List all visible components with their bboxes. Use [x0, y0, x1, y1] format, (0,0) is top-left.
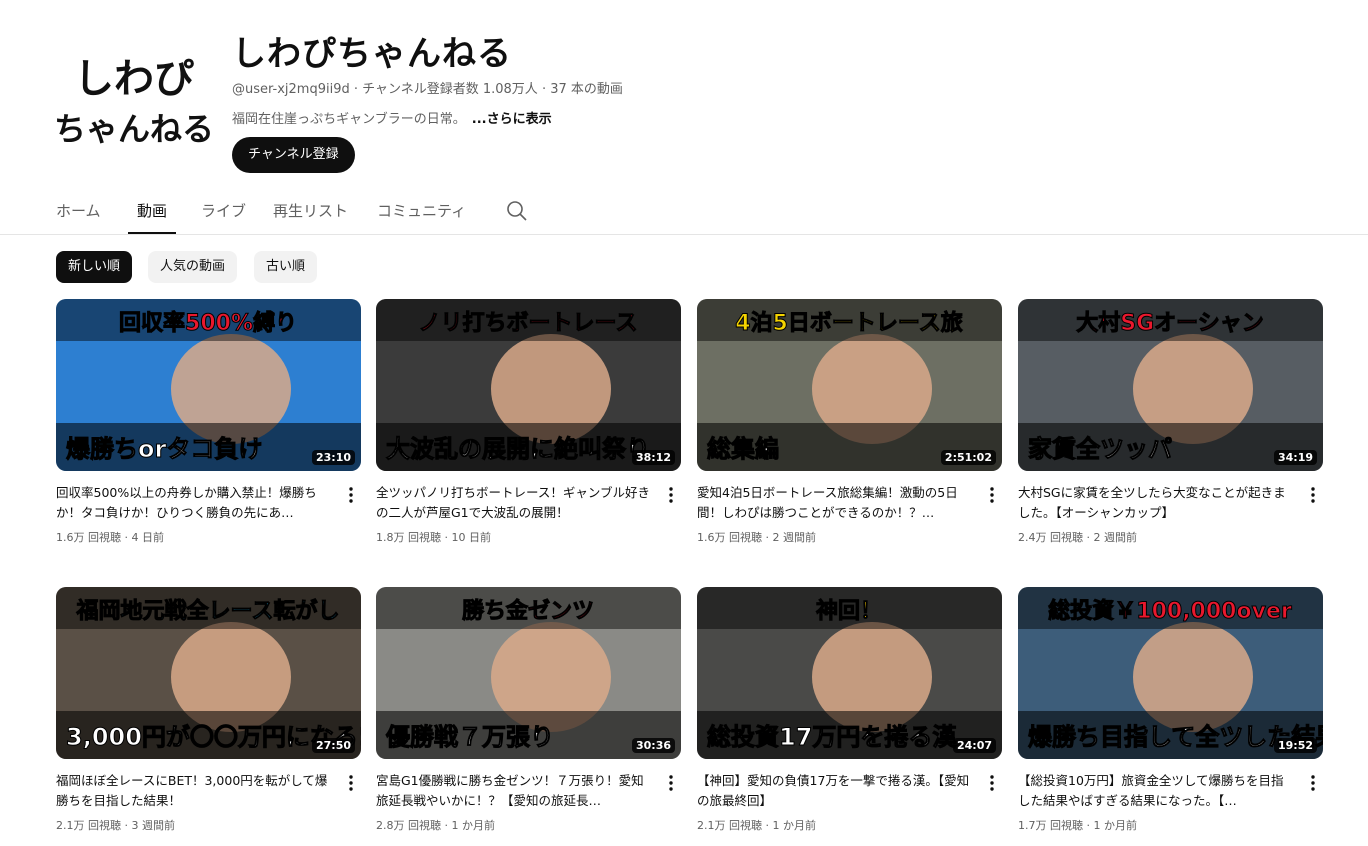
- video-title[interactable]: 宮島G1優勝戦に勝ち金ゼンツ！７万張り！愛知旅延長戦やいかに！？【愛知の旅延長…: [376, 771, 652, 811]
- video-title[interactable]: 全ツッパノリ打ちボートレース！ギャンブル好きの二人が芦屋G1で大波乱の展開！: [376, 483, 652, 523]
- search-icon[interactable]: [505, 199, 529, 223]
- video-thumbnail[interactable]: 福岡地元戦全レース転がし 3,000円が〇〇万円になる!? 27:50: [56, 587, 361, 759]
- video-duration: 34:19: [1273, 450, 1317, 465]
- video-meta: 1.8万 回視聴 · 10 日前: [376, 531, 491, 544]
- video-title[interactable]: 福岡ほぼ全レースにBET！3,000円を転がして爆勝ちを目指した結果！: [56, 771, 332, 811]
- thumbnail-headline: 回収率500%縛り: [119, 310, 297, 336]
- chip-oldest[interactable]: 古い順: [254, 251, 318, 283]
- thumbnail-headline: 福岡地元戦全レース転がし: [76, 598, 340, 624]
- video-title[interactable]: 【神回】愛知の負債17万を一撃で捲る漢。【愛知の旅最終回】: [697, 771, 973, 811]
- chip-newest[interactable]: 新しい順: [56, 251, 133, 283]
- video-duration: 23:10: [311, 450, 355, 465]
- video-thumbnail[interactable]: 総投資￥100,000over爆勝ち目指して全ツした結果。19:52: [1018, 587, 1323, 759]
- video-duration: 27:50: [311, 738, 355, 753]
- video-title[interactable]: 回収率500%以上の舟券しか購入禁止！爆勝ちか！タコ負けか！ひりつく勝負の先にあ…: [56, 483, 332, 523]
- thumbnail-headline: 総投資￥100,000over: [1048, 598, 1292, 624]
- video-card[interactable]: ノリ打ちボートレース大波乱の展開に絶叫祭り 38:12 全ツッパノリ打ちボートレース…: [376, 299, 681, 544]
- video-thumbnail[interactable]: ノリ打ちボートレース大波乱の展開に絶叫祭り 38:12: [376, 299, 681, 471]
- thumbnail-headline: ノリ打ちボートレース: [419, 311, 638, 336]
- channel-header: しわぴ ちゃんねる しわぴちゃんねる @user-xj2mq9ii9d · チャ…: [0, 0, 1368, 190]
- more-options-icon[interactable]: [1303, 485, 1323, 505]
- more-options-icon[interactable]: [661, 485, 681, 505]
- channel-name: しわぴちゃんねる: [232, 34, 512, 74]
- thumbnail-caption: 総集編: [707, 435, 779, 463]
- video-meta: 1.6万 回視聴 · 4 日前: [56, 531, 164, 544]
- more-options-icon[interactable]: [661, 773, 681, 793]
- video-duration: 2:51:02: [940, 450, 996, 465]
- thumbnail-caption: 大波乱の展開に絶叫祭り: [386, 435, 650, 463]
- logo-line-1: しわぴ: [74, 55, 194, 102]
- video-card[interactable]: 福岡地元戦全レース転がし 3,000円が〇〇万円になる!? 27:50 福岡ほぼ全レー…: [56, 587, 361, 832]
- more-options-icon[interactable]: [1303, 773, 1323, 793]
- video-card[interactable]: 4泊5日ボートレース旅総集編 2:51:02 愛知4泊5日ボートレース旅総集編！激動…: [697, 299, 1002, 544]
- video-title[interactable]: 愛知4泊5日ボートレース旅総集編！激動の5日間！しわぴは勝つことができるのか！？…: [697, 483, 973, 523]
- channel-tabs: ホーム 動画 ライブ 再生リスト コミュニティ: [0, 190, 1368, 235]
- video-meta: 2.4万 回視聴 · 2 週間前: [1018, 531, 1137, 544]
- video-duration: 19:52: [1273, 738, 1317, 753]
- tab-live[interactable]: ライブ: [201, 200, 246, 234]
- tab-community[interactable]: コミュニティ: [377, 200, 466, 234]
- chip-popular[interactable]: 人気の動画: [148, 251, 238, 283]
- thumbnail-headline: 神回！: [816, 598, 882, 624]
- video-meta: 2.8万 回視聴 · 1 か月前: [376, 819, 495, 832]
- video-duration: 38:12: [631, 450, 675, 465]
- video-title[interactable]: 【総投資10万円】旅資金全ツして爆勝ちを目指した結果やばすぎる結果になった。【…: [1018, 771, 1294, 811]
- thumbnail-caption: 爆勝ちorタコ負け: [66, 435, 262, 463]
- video-meta: 2.1万 回視聴 · 1 か月前: [697, 819, 816, 832]
- video-card[interactable]: 勝ち金ゼンツ優勝戦７万張り 30:36 宮島G1優勝戦に勝ち金ゼンツ！７万張り！愛知…: [376, 587, 681, 832]
- video-meta: 1.7万 回視聴 · 1 か月前: [1018, 819, 1137, 832]
- channel-meta: @user-xj2mq9ii9d · チャンネル登録者数 1.08万人 · 37…: [232, 82, 623, 97]
- video-title[interactable]: 大村SGに家賃を全ツしたら大変なことが起きました。【オーシャンカップ】: [1018, 483, 1294, 523]
- subscribe-button[interactable]: チャンネル登録: [232, 137, 355, 173]
- more-options-icon[interactable]: [982, 485, 1002, 505]
- thumbnail-headline: 大村SGオーシャン: [1076, 311, 1263, 336]
- thumbnail-caption: 総投資17万円を捲る漢: [707, 723, 957, 751]
- tab-home[interactable]: ホーム: [56, 200, 101, 234]
- video-card[interactable]: 総投資￥100,000over爆勝ち目指して全ツした結果。19:52 【総投資10…: [1018, 587, 1323, 832]
- tab-playlists[interactable]: 再生リスト: [273, 200, 348, 234]
- channel-avatar[interactable]: しわぴ ちゃんねる: [54, 32, 214, 162]
- video-card[interactable]: 回収率500%縛り爆勝ちorタコ負け 23:10 回収率500%以上の舟券しか購入禁…: [56, 299, 361, 544]
- more-options-icon[interactable]: [341, 485, 361, 505]
- video-thumbnail[interactable]: 4泊5日ボートレース旅総集編 2:51:02: [697, 299, 1002, 471]
- thumbnail-headline: 4泊5日ボートレース旅: [735, 310, 963, 336]
- video-meta: 2.1万 回視聴 · 3 週間前: [56, 819, 175, 832]
- video-duration: 30:36: [631, 738, 675, 753]
- thumbnail-caption: 家賃全ツッパ: [1028, 435, 1172, 463]
- thumbnail-headline: 勝ち金ゼンツ: [462, 598, 594, 624]
- channel-description[interactable]: 福岡在住崖っぷちギャンブラーの日常。 ...さらに表示: [232, 108, 552, 127]
- video-meta: 1.6万 回視聴 · 2 週間前: [697, 531, 816, 544]
- video-thumbnail[interactable]: 大村SGオーシャン家賃全ツッパ 34:19: [1018, 299, 1323, 471]
- video-duration: 24:07: [952, 738, 996, 753]
- more-link[interactable]: ...さらに表示: [472, 112, 552, 127]
- description-text: 福岡在住崖っぷちギャンブラーの日常。: [232, 112, 466, 127]
- video-card[interactable]: 神回！ 総投資17万円を捲る漢 24:07 【神回】愛知の負債17万を一撃で捲る漢。【…: [697, 587, 1002, 832]
- video-card[interactable]: 大村SGオーシャン家賃全ツッパ 34:19 大村SGに家賃を全ツしたら大変なことが起…: [1018, 299, 1323, 544]
- logo-line-2: ちゃんねる: [54, 110, 214, 148]
- more-options-icon[interactable]: [341, 773, 361, 793]
- video-thumbnail[interactable]: 回収率500%縛り爆勝ちorタコ負け 23:10: [56, 299, 361, 471]
- thumbnail-caption: 優勝戦７万張り: [385, 723, 554, 751]
- more-options-icon[interactable]: [982, 773, 1002, 793]
- video-thumbnail[interactable]: 勝ち金ゼンツ優勝戦７万張り 30:36: [376, 587, 681, 759]
- tab-videos[interactable]: 動画: [128, 200, 176, 234]
- video-thumbnail[interactable]: 神回！ 総投資17万円を捲る漢 24:07: [697, 587, 1002, 759]
